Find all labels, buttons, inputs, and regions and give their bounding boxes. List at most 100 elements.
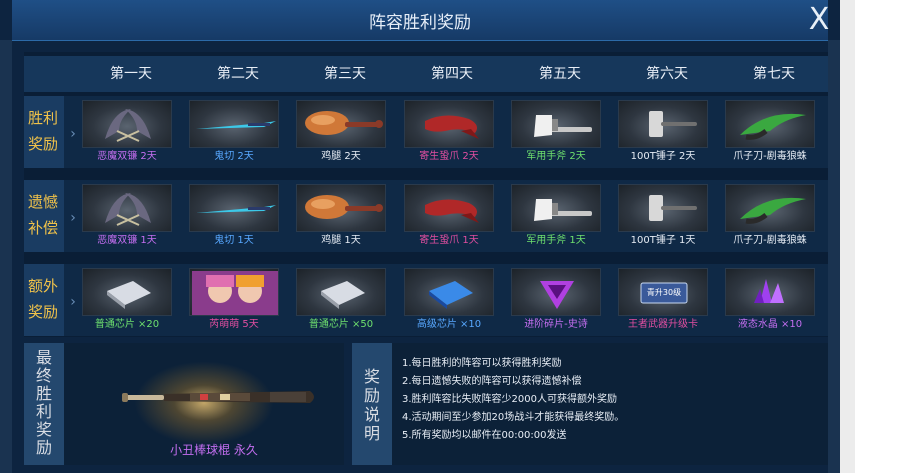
rule-item: 1.每日胜利的阵容可以获得胜利奖励 [402, 358, 562, 369]
reward-dialog: 阵容胜利奖励 X 第一天 第二天 第三天 第四天 第五天 第六天 第七天 胜利奖… [0, 0, 840, 473]
character-portrait-icon [189, 268, 279, 316]
reward-item-name: 鬼切 1天 [214, 235, 254, 246]
day-2-header: 第二天 [217, 66, 259, 82]
reward-item[interactable]: 爪子刀-剧毒狼蛛 [725, 184, 815, 250]
advanced-chip-icon [404, 268, 494, 316]
chicken-leg-icon [296, 100, 386, 148]
day-4-header: 第四天 [431, 66, 473, 82]
reward-item[interactable]: 100T锤子 1天 [618, 184, 708, 250]
reward-item[interactable]: 鸡腿 2天 [296, 100, 386, 166]
reward-item[interactable]: 普通芯片 ×50 [296, 268, 386, 334]
reward-item[interactable]: 寄生蛩爪 1天 [404, 184, 494, 250]
rules-list: 1.每日胜利的阵容可以获得胜利奖励 2.每日遗憾失败的阵容可以获得遗憾补偿 3.… [402, 355, 822, 445]
day-3-header: 第三天 [324, 66, 366, 82]
close-button[interactable]: X [802, 4, 836, 36]
explanation-label-char: 励 [363, 386, 380, 405]
explanation-label-char: 奖 [363, 367, 380, 386]
hammer-icon [618, 184, 708, 232]
final-reward-panel: 最 终 胜 利 奖 励 小丑棒球棍 永久 [24, 343, 344, 465]
reward-item-name: 100T锤子 1天 [630, 235, 696, 246]
final-label-char: 最 [35, 348, 52, 367]
reward-item[interactable]: 鬼切 2天 [189, 100, 279, 166]
reward-row-3: 额外 奖励 › 普通芯片 ×20 芮萌萌 5天 普通芯片 ×50 高级芯片 ×10 进阶碎片-… [24, 264, 828, 336]
reward-item[interactable]: 芮萌萌 5天 [189, 268, 279, 334]
reward-item-name: 鸡腿 1天 [321, 235, 361, 246]
reward-item-name: 爪子刀-剧毒狼蛛 [733, 235, 807, 246]
reward-item[interactable]: 军用手斧 2天 [511, 100, 601, 166]
row-label: 胜利 奖励 › [24, 96, 76, 168]
title-bar: 阵容胜利奖励 X [12, 0, 829, 41]
reward-item[interactable]: 恶魔双镰 1天 [82, 184, 172, 250]
reward-item-name: 100T锤子 2天 [630, 151, 696, 162]
reward-item[interactable]: 液态水晶 ×10 [725, 268, 815, 334]
background-scrollbar [840, 0, 855, 473]
day-1-header: 第一天 [110, 66, 152, 82]
parasite-claw-icon [404, 184, 494, 232]
explanation-label-char: 明 [363, 424, 380, 443]
explanation-label: 奖 励 说 明 [352, 343, 392, 465]
reward-item-name: 普通芯片 ×20 [94, 319, 160, 330]
final-reward-name: 小丑棒球棍 永久 [170, 443, 258, 457]
dual-scythe-icon [82, 184, 172, 232]
reward-item-name: 进阶碎片-史诗 [524, 319, 588, 330]
rule-item: 5.所有奖励均以邮件在00:00:00发送 [402, 430, 567, 441]
reward-item-name: 普通芯片 ×50 [308, 319, 374, 330]
reward-item[interactable]: 普通芯片 ×20 [82, 268, 172, 334]
day-6-header: 第六天 [646, 66, 688, 82]
row-label: 额外 奖励 › [24, 264, 76, 336]
reward-item-name: 高级芯片 ×10 [416, 319, 482, 330]
reward-item[interactable]: 爪子刀-剧毒狼蛛 [725, 100, 815, 166]
dual-scythe-icon [82, 100, 172, 148]
katana-icon [189, 184, 279, 232]
rule-item: 3.胜利阵容比失败阵容少2000人可获得额外奖励 [402, 394, 617, 405]
upgrade-card-text: 青升30级 [646, 288, 682, 297]
day-7-header: 第七天 [753, 66, 795, 82]
explanation-label-char: 说 [363, 405, 380, 424]
final-reward-label: 最 终 胜 利 奖 励 [24, 343, 64, 465]
karambit-icon [725, 100, 815, 148]
reward-item-name: 芮萌萌 5天 [209, 319, 259, 330]
reward-item[interactable]: 进阶碎片-史诗 [511, 268, 601, 334]
reward-row-1: 胜利 奖励 › 恶魔双镰 2天 鬼切 2天 鸡腿 2天 寄生蛩爪 2天 军用手斧 2天 100T… [24, 96, 828, 168]
reward-item-name: 鸡腿 2天 [321, 151, 361, 162]
row-label-line2: 奖励 [28, 303, 59, 321]
final-label-char: 胜 [35, 384, 52, 403]
hand-axe-icon [511, 184, 601, 232]
baseball-bat-icon[interactable] [120, 387, 320, 407]
day-5-header: 第五天 [539, 66, 581, 82]
reward-item-name: 爪子刀-剧毒狼蛛 [733, 151, 807, 162]
day-header-row: 第一天 第二天 第三天 第四天 第五天 第六天 第七天 [24, 56, 828, 92]
final-label-char: 利 [35, 402, 52, 421]
reward-item[interactable]: 军用手斧 1天 [511, 184, 601, 250]
chip-icon [296, 268, 386, 316]
dialog-right-edge [828, 40, 840, 473]
reward-item[interactable]: 恶魔双镰 2天 [82, 100, 172, 166]
reward-item[interactable]: 鸡腿 1天 [296, 184, 386, 250]
chip-icon [82, 268, 172, 316]
row-label-line2: 补偿 [28, 219, 59, 237]
final-label-char: 奖 [35, 420, 52, 439]
reward-item-name: 王者武器升级卡 [628, 319, 698, 330]
reward-item-name: 军用手斧 1天 [526, 235, 586, 246]
row-label: 遗憾 补偿 › [24, 180, 76, 252]
rule-item: 4.活动期间至少参加20场战斗才能获得最终奖励。 [402, 412, 625, 423]
row-label-line1: 胜利 [28, 109, 59, 127]
katana-icon [189, 100, 279, 148]
explanation-panel: 奖 励 说 明 1.每日胜利的阵容可以获得胜利奖励 2.每日遗憾失败的阵容可以获… [352, 343, 828, 465]
dialog-left-edge [0, 40, 12, 473]
reward-item[interactable]: 寄生蛩爪 2天 [404, 100, 494, 166]
reward-item-name: 鬼切 2天 [214, 151, 254, 162]
reward-item[interactable]: 青升30级王者武器升级卡 [618, 268, 708, 334]
reward-item-name: 液态水晶 ×10 [737, 319, 803, 330]
upgrade-card-icon: 青升30级 [618, 268, 708, 316]
reward-item-name: 恶魔双镰 2天 [97, 151, 157, 162]
row-label-line2: 奖励 [28, 135, 59, 153]
reward-item[interactable]: 100T锤子 2天 [618, 100, 708, 166]
reward-item[interactable]: 鬼切 1天 [189, 184, 279, 250]
row-label-line1: 遗憾 [28, 193, 59, 211]
reward-item[interactable]: 高级芯片 ×10 [404, 268, 494, 334]
karambit-icon [725, 184, 815, 232]
reward-row-2: 遗憾 补偿 › 恶魔双镰 1天 鬼切 1天 鸡腿 1天 寄生蛩爪 1天 军用手斧 1天 100T… [24, 180, 828, 252]
reward-item-name: 军用手斧 2天 [526, 151, 586, 162]
gem-shard-icon [511, 268, 601, 316]
